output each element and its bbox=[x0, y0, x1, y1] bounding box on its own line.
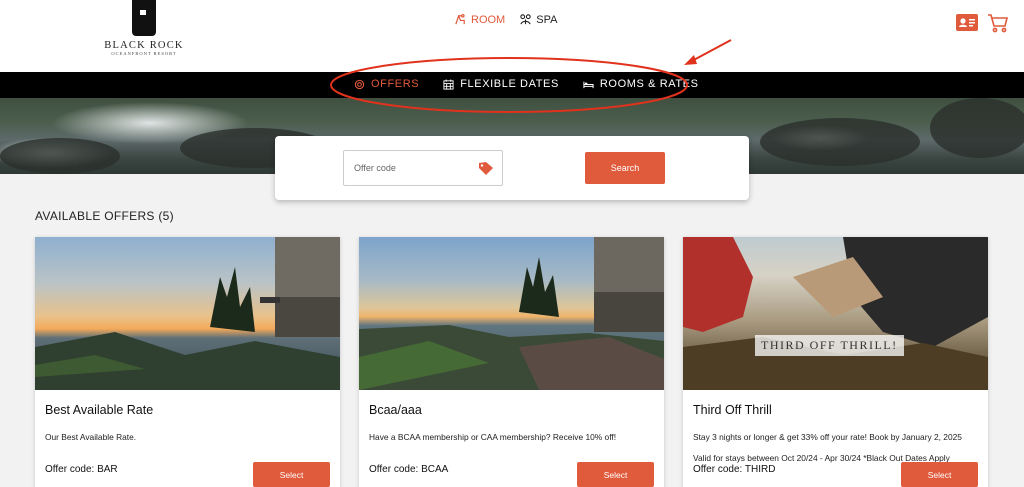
cart-icon[interactable] bbox=[987, 12, 1009, 34]
tab-offers-label: OFFERS bbox=[371, 78, 420, 90]
offer-description: Our Best Available Rate. bbox=[45, 432, 137, 442]
offer-code: Offer code: THIRD bbox=[693, 464, 776, 475]
offer-title: Best Available Rate bbox=[45, 403, 154, 417]
offer-image-label: THIRD OFF THRILL! bbox=[755, 335, 904, 356]
offer-description: Stay 3 nights or longer & get 33% off yo… bbox=[693, 432, 962, 442]
tab-rooms-rates[interactable]: ROOMS & RATES bbox=[583, 78, 699, 90]
offer-code: Offer code: BCAA bbox=[369, 464, 449, 475]
brand-name: BLACK ROCK bbox=[104, 40, 184, 51]
offer-image bbox=[35, 237, 340, 390]
account-card-icon[interactable] bbox=[956, 14, 978, 31]
offer-search-panel: Search bbox=[275, 136, 749, 200]
brand-tagline: OCEANFRONT RESORT bbox=[111, 51, 177, 56]
logo-tower-icon bbox=[132, 0, 156, 36]
booking-subnav: OFFERS FLEXIBLE DATES ROOMS & RATES bbox=[0, 72, 1024, 98]
booking-page: BLACK ROCK OCEANFRONT RESORT ROOM SPA OF… bbox=[0, 0, 1024, 487]
room-icon bbox=[455, 13, 465, 25]
bed-icon bbox=[583, 81, 594, 88]
tab-flexible-dates-label: FLEXIBLE DATES bbox=[460, 78, 559, 90]
tab-flexible-dates[interactable]: FLEXIBLE DATES bbox=[443, 78, 559, 90]
offer-code: Offer code: BAR bbox=[45, 464, 118, 475]
select-offer-button[interactable]: Select bbox=[577, 462, 654, 487]
select-offer-button[interactable]: Select bbox=[901, 462, 978, 487]
tag-icon bbox=[479, 162, 493, 175]
select-offer-button[interactable]: Select bbox=[253, 462, 330, 487]
offers-icon bbox=[354, 79, 365, 89]
offer-description: Have a BCAA membership or CAA membership… bbox=[369, 432, 617, 442]
offer-card: THIRD OFF THRILL! Third Off Thrill Stay … bbox=[683, 237, 988, 487]
top-nav-room[interactable]: ROOM bbox=[454, 13, 505, 26]
brand-logo[interactable]: BLACK ROCK OCEANFRONT RESORT bbox=[96, 0, 192, 60]
offer-image bbox=[359, 237, 664, 390]
spa-icon bbox=[520, 14, 531, 25]
search-button[interactable]: Search bbox=[585, 152, 665, 184]
offer-card: Bcaa/aaa Have a BCAA membership or CAA m… bbox=[359, 237, 664, 487]
offer-title: Bcaa/aaa bbox=[369, 403, 422, 417]
offer-card: Best Available Rate Our Best Available R… bbox=[35, 237, 340, 487]
top-nav: ROOM SPA bbox=[454, 13, 557, 26]
top-nav-spa[interactable]: SPA bbox=[519, 13, 557, 26]
offer-title: Third Off Thrill bbox=[693, 403, 772, 417]
tab-rooms-rates-label: ROOMS & RATES bbox=[599, 78, 699, 90]
site-header: BLACK ROCK OCEANFRONT RESORT ROOM SPA bbox=[0, 0, 1024, 72]
top-nav-spa-label: SPA bbox=[536, 13, 558, 26]
calendar-icon bbox=[443, 78, 454, 90]
tab-offers[interactable]: OFFERS bbox=[354, 78, 419, 90]
top-nav-room-label: ROOM bbox=[471, 13, 506, 26]
offer-image: THIRD OFF THRILL! bbox=[683, 237, 988, 390]
offers-heading: AVAILABLE OFFERS (5) bbox=[35, 209, 174, 223]
